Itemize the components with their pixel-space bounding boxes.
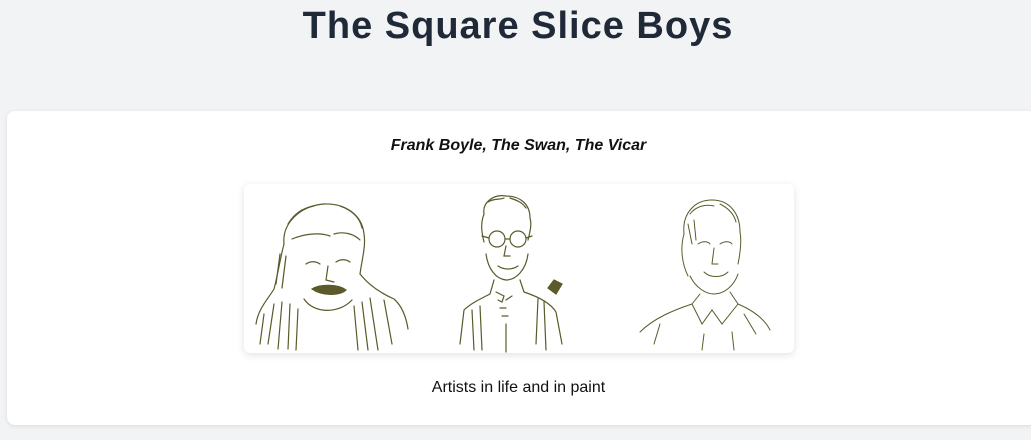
portraits-image xyxy=(244,184,794,353)
sketch-portrait-3 xyxy=(639,199,771,351)
sketch-portrait-2 xyxy=(459,195,563,353)
card-heading: Frank Boyle, The Swan, The Vicar xyxy=(390,137,647,154)
sketch-portrait-1 xyxy=(255,203,409,351)
sketch-illustration xyxy=(255,195,771,353)
page-title: The Square Slice Boys xyxy=(302,5,734,47)
page: The Square Slice Boys Frank Boyle, The S… xyxy=(0,0,1031,440)
image-caption: Artists in life and in paint xyxy=(431,379,606,396)
feature-card: Frank Boyle, The Swan, The Vicar Artists… xyxy=(7,111,1031,425)
